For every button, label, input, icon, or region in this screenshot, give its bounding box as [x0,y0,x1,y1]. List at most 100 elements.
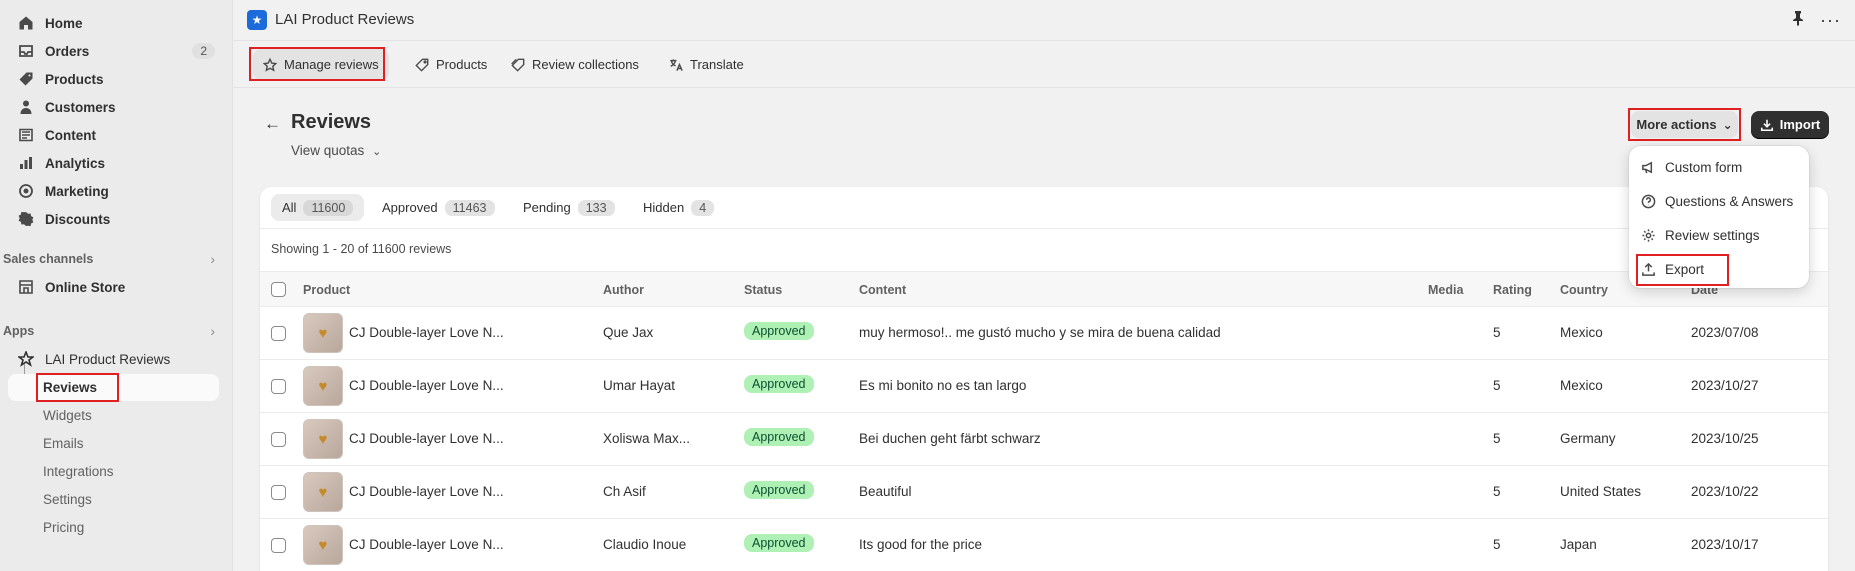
sidebar-subitem-emails[interactable]: Emails [43,436,84,451]
sidebar-item-products[interactable]: Products [8,66,219,92]
menu-item-review-settings[interactable]: Review settings [1641,224,1760,246]
page-title: Reviews [291,111,372,133]
filter-tab-all[interactable]: All 11600 [271,194,365,221]
tab-products[interactable]: Products [405,49,497,80]
review-date: 2023/10/22 [1691,484,1759,499]
table-row[interactable]: ♥ CJ Double-layer Love N... Umar Hayat A… [260,360,1828,413]
reviews-card: All 11600 Approved 11463 Pending 133 Hid… [260,187,1828,571]
menu-item-custom-form[interactable]: Custom form [1641,156,1742,178]
sidebar-item-content[interactable]: Content [8,122,219,148]
marketing-icon [17,182,35,200]
menu-item-label: Custom form [1665,159,1743,175]
filter-tab-pending[interactable]: Pending 133 [512,194,626,221]
tags-icon [511,58,525,72]
filter-label: Hidden [643,200,685,215]
store-icon [17,278,35,296]
row-checkbox[interactable] [271,379,286,394]
table-row[interactable]: ♥ CJ Double-layer Love N... Que Jax Appr… [260,307,1828,360]
more-actions-button[interactable]: More actions ⌄ [1631,111,1738,138]
tab-review-collections[interactable]: Review collections [501,49,649,80]
column-header-media[interactable]: Media [1428,283,1463,297]
column-header-status[interactable]: Status [744,283,782,297]
column-header-country[interactable]: Country [1560,283,1608,297]
product-thumbnail: ♥ [303,419,343,459]
tab-translate[interactable]: Translate [659,49,754,80]
download-icon [1760,119,1773,131]
sidebar-item-label: LAI Product Reviews [45,351,171,367]
row-checkbox[interactable] [271,326,286,341]
filter-tab-hidden[interactable]: Hidden 4 [632,194,725,221]
tab-manage-reviews[interactable]: Manage reviews [253,49,389,80]
apps-section[interactable]: Apps › [3,323,215,339]
country: Mexico [1560,378,1603,393]
product-name[interactable]: CJ Double-layer Love N... [349,537,504,552]
sales-channels-section[interactable]: Sales channels › [3,251,215,267]
select-all-checkbox[interactable] [271,282,286,297]
menu-item-export[interactable]: Export [1641,258,1704,280]
necklace-icon: ♥ [318,377,328,395]
sidebar-item-marketing[interactable]: Marketing [8,178,219,204]
view-quotas-button[interactable]: View quotas ⌄ [291,143,381,158]
filter-label: All [282,200,297,215]
table-row[interactable]: ♥ CJ Double-layer Love N... Xoliswa Max.… [260,413,1828,466]
star-icon [263,57,277,72]
sidebar-item-customers[interactable]: Customers [8,94,219,120]
column-header-author[interactable]: Author [603,283,644,297]
sidebar-subitem-settings[interactable]: Settings [43,492,92,507]
more-horizontal-icon[interactable]: ··· [1820,11,1841,29]
sidebar-item-orders[interactable]: Orders 2 [8,38,219,64]
necklace-icon: ♥ [318,536,328,554]
sidebar-item-discounts[interactable]: Discounts [8,206,219,232]
menu-item-questions-answers[interactable]: Questions & Answers [1641,190,1793,212]
table-row[interactable]: ♥ CJ Double-layer Love N... Ch Asif Appr… [260,466,1828,519]
country: Mexico [1560,325,1603,340]
status-badge: Approved [744,428,814,446]
column-header-content[interactable]: Content [859,283,906,297]
back-button[interactable]: ← [264,114,281,134]
app-title: LAI Product Reviews [275,11,415,28]
row-checkbox[interactable] [271,538,286,553]
sidebar-item-label: Marketing [45,183,109,199]
product-thumbnail: ♥ [303,525,343,565]
filter-tab-approved[interactable]: Approved 11463 [371,194,506,221]
more-actions-label: More actions [1636,117,1717,132]
product-thumbnail: ♥ [303,472,343,512]
country: United States [1560,484,1642,499]
row-checkbox[interactable] [271,485,286,500]
product-name[interactable]: CJ Double-layer Love N... [349,325,504,340]
filter-tabs: All 11600 Approved 11463 Pending 133 Hid… [260,187,1828,229]
more-actions-menu: Custom form Questions & Answers Review s… [1629,146,1809,288]
filter-count: 133 [577,199,615,216]
sidebar-item-online-store[interactable]: Online Store [8,274,219,300]
sidebar-subitem-pricing[interactable]: Pricing [43,520,84,535]
import-button[interactable]: Import [1751,111,1829,138]
rating-value: 5 [1493,537,1501,552]
country: Japan [1560,537,1597,552]
sidebar-item-label: Orders [45,43,90,59]
sidebar-item-home[interactable]: Home [8,10,219,36]
column-header-rating[interactable]: Rating [1493,283,1532,297]
tab-label: Products [436,57,488,72]
orders-count-badge: 2 [192,43,215,59]
tab-label: Manage reviews [284,57,379,72]
section-label: Sales channels [3,252,94,266]
sidebar-item-analytics[interactable]: Analytics [8,150,219,176]
pin-icon[interactable] [1790,10,1806,29]
product-name[interactable]: CJ Double-layer Love N... [349,378,504,393]
sidebar-subitem-reviews[interactable]: Reviews [43,380,97,395]
row-checkbox[interactable] [271,432,286,447]
status-badge: Approved [744,481,814,499]
product-name[interactable]: CJ Double-layer Love N... [349,484,504,499]
tab-label: Translate [690,57,744,72]
review-date: 2023/10/25 [1691,431,1759,446]
home-icon [17,14,35,32]
sidebar-subitem-integrations[interactable]: Integrations [43,464,114,479]
sidebar-item-lai-product-reviews[interactable]: LAI Product Reviews [8,346,219,372]
review-content: Bei duchen geht färbt schwarz [859,431,1041,446]
sidebar-subitem-widgets[interactable]: Widgets [43,408,92,423]
header-actions: ··· [1790,10,1841,29]
table-row[interactable]: ♥ CJ Double-layer Love N... Claudio Inou… [260,519,1828,571]
column-header-product[interactable]: Product [303,283,350,297]
product-name[interactable]: CJ Double-layer Love N... [349,431,504,446]
gear-icon [1642,228,1655,242]
